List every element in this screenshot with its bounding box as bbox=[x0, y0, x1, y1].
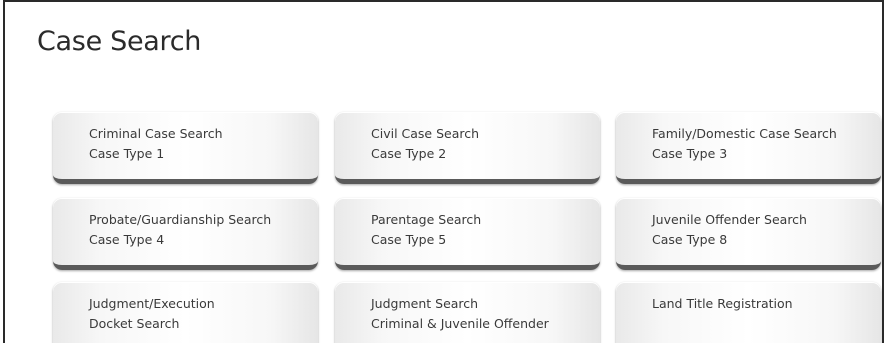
tile-subtitle: Case Type 4 bbox=[89, 232, 165, 247]
tile-title: Family/Domestic Case Search bbox=[652, 126, 837, 141]
tile-subtitle: Case Type 2 bbox=[371, 146, 447, 161]
tile-subtitle: Docket Search bbox=[89, 316, 180, 331]
tile-title: Juvenile Offender Search bbox=[652, 212, 807, 227]
tile-title: Judgment Search bbox=[371, 296, 479, 311]
tile-title: Parentage Search bbox=[371, 212, 482, 227]
land-title-registration-button[interactable]: Land Title Registration bbox=[616, 282, 881, 343]
tile-subtitle: Case Type 5 bbox=[371, 232, 447, 247]
tile-title: Civil Case Search bbox=[371, 126, 480, 141]
tile-title: Criminal Case Search bbox=[89, 126, 223, 141]
page-title: Case Search bbox=[37, 26, 202, 57]
criminal-case-search-button[interactable]: Criminal Case Search Case Type 1 bbox=[53, 112, 318, 184]
tile-subtitle: Criminal & Juvenile Offender bbox=[371, 316, 549, 331]
tile-title: Judgment/Execution bbox=[89, 296, 215, 311]
judgment-execution-docket-search-button[interactable]: Judgment/Execution Docket Search bbox=[53, 282, 318, 343]
civil-case-search-button[interactable]: Civil Case Search Case Type 2 bbox=[335, 112, 600, 184]
tile-subtitle: Case Type 1 bbox=[89, 146, 165, 161]
tile-subtitle: Case Type 3 bbox=[652, 146, 728, 161]
parentage-search-button[interactable]: Parentage Search Case Type 5 bbox=[335, 198, 600, 270]
case-search-panel: Case Search Criminal Case Search Case Ty… bbox=[3, 0, 884, 343]
family-domestic-case-search-button[interactable]: Family/Domestic Case Search Case Type 3 bbox=[616, 112, 881, 184]
tile-subtitle: Case Type 8 bbox=[652, 232, 728, 247]
judgment-search-button[interactable]: Judgment Search Criminal & Juvenile Offe… bbox=[335, 282, 600, 343]
probate-guardianship-search-button[interactable]: Probate/Guardianship Search Case Type 4 bbox=[53, 198, 318, 270]
juvenile-offender-search-button[interactable]: Juvenile Offender Search Case Type 8 bbox=[616, 198, 881, 270]
tile-title: Land Title Registration bbox=[652, 296, 793, 311]
tile-title: Probate/Guardianship Search bbox=[89, 212, 272, 227]
